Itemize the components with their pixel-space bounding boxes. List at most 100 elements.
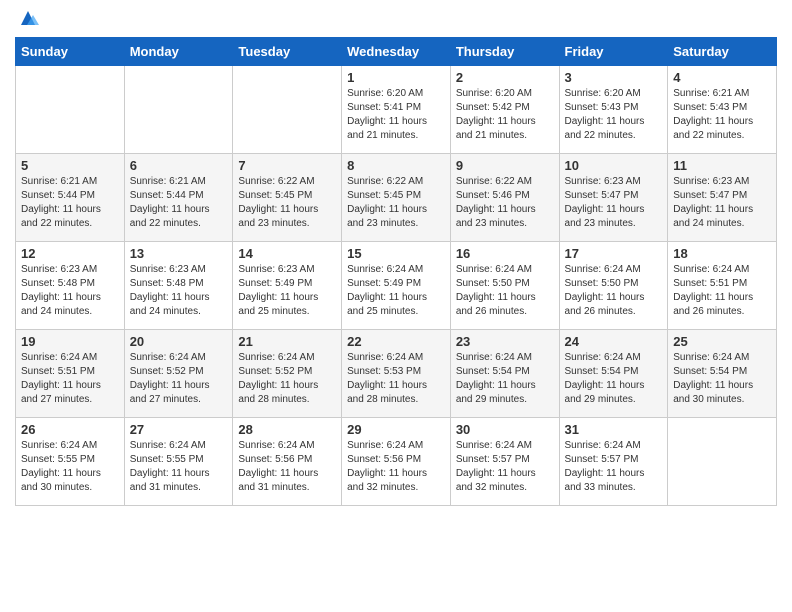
day-number: 14: [238, 246, 336, 261]
day-info: Sunrise: 6:24 AMSunset: 5:57 PMDaylight:…: [456, 439, 554, 495]
calendar-cell: [124, 66, 233, 154]
day-info: Sunrise: 6:24 AMSunset: 5:52 PMDaylight:…: [130, 351, 228, 407]
calendar-cell: 20 Sunrise: 6:24 AMSunset: 5:52 PMDayligh…: [124, 330, 233, 418]
day-info: Sunrise: 6:24 AMSunset: 5:49 PMDaylight:…: [347, 263, 445, 319]
calendar-cell: 22Sunrise: 6:24 AMSunset: 5:53 PMDayligh…: [342, 330, 451, 418]
day-info: Sunrise: 6:24 AMSunset: 5:55 PMDaylight:…: [130, 439, 228, 495]
day-number: 3: [565, 70, 663, 85]
day-header-tuesday: Tuesday: [233, 38, 342, 66]
day-number: 15: [347, 246, 445, 261]
day-number: 8: [347, 158, 445, 173]
calendar-cell: 3Sunrise: 6:20 AMSunset: 5:43 PMDaylight…: [559, 66, 668, 154]
calendar-cell: 2 Sunrise: 6:20 AMSunset: 5:42 PMDaylight…: [450, 66, 559, 154]
day-number: 19: [21, 334, 119, 349]
calendar-cell: [16, 66, 125, 154]
calendar-cell: 23 Sunrise: 6:24 AMSunset: 5:54 PMDayligh…: [450, 330, 559, 418]
calendar-cell: 24 Sunrise: 6:24 AMSunset: 5:54 PMDayligh…: [559, 330, 668, 418]
day-header-wednesday: Wednesday: [342, 38, 451, 66]
day-number: 5: [21, 158, 119, 173]
day-header-friday: Friday: [559, 38, 668, 66]
day-info: Sunrise: 6:24 AMSunset: 5:51 PMDaylight:…: [21, 351, 119, 407]
day-info: Sunrise: 6:23 AMSunset: 5:49 PMDaylight:…: [238, 263, 336, 319]
day-header-saturday: Saturday: [668, 38, 777, 66]
calendar-cell: 16 Sunrise: 6:24 AMSunset: 5:50 PMDayligh…: [450, 242, 559, 330]
calendar-cell: 15 Sunrise: 6:24 AMSunset: 5:49 PMDayligh…: [342, 242, 451, 330]
day-info: Sunrise: 6:22 AMSunset: 5:45 PMDaylight:…: [347, 175, 445, 231]
day-info: Sunrise: 6:24 AMSunset: 5:56 PMDaylight:…: [238, 439, 336, 495]
calendar-cell: 28 Sunrise: 6:24 AMSunset: 5:56 PMDayligh…: [233, 418, 342, 506]
calendar-cell: 29 Sunrise: 6:24 AMSunset: 5:56 PMDayligh…: [342, 418, 451, 506]
day-number: 21: [238, 334, 336, 349]
day-info: Sunrise: 6:24 AMSunset: 5:50 PMDaylight:…: [565, 263, 663, 319]
day-number: 30: [456, 422, 554, 437]
day-header-monday: Monday: [124, 38, 233, 66]
day-number: 31: [565, 422, 663, 437]
day-number: 1: [347, 70, 445, 85]
day-info: Sunrise: 6:23 AMSunset: 5:47 PMDaylight:…: [673, 175, 771, 231]
day-info: Sunrise: 6:23 AMSunset: 5:48 PMDaylight:…: [21, 263, 119, 319]
calendar-cell: 12Sunrise: 6:23 AMSunset: 5:48 PMDayligh…: [16, 242, 125, 330]
calendar-cell: 7 Sunrise: 6:22 AMSunset: 5:45 PMDaylight…: [233, 154, 342, 242]
calendar-cell: 14 Sunrise: 6:23 AMSunset: 5:49 PMDayligh…: [233, 242, 342, 330]
day-number: 4: [673, 70, 771, 85]
calendar-cell: 6Sunrise: 6:21 AMSunset: 5:44 PMDaylight…: [124, 154, 233, 242]
day-info: Sunrise: 6:21 AMSunset: 5:43 PMDaylight:…: [673, 87, 771, 143]
day-info: Sunrise: 6:24 AMSunset: 5:51 PMDaylight:…: [673, 263, 771, 319]
calendar-cell: 5 Sunrise: 6:21 AMSunset: 5:44 PMDaylight…: [16, 154, 125, 242]
day-info: Sunrise: 6:24 AMSunset: 5:55 PMDaylight:…: [21, 439, 119, 495]
day-number: 26: [21, 422, 119, 437]
day-header-sunday: Sunday: [16, 38, 125, 66]
day-info: Sunrise: 6:22 AMSunset: 5:45 PMDaylight:…: [238, 175, 336, 231]
calendar-cell: 19 Sunrise: 6:24 AMSunset: 5:51 PMDayligh…: [16, 330, 125, 418]
calendar-cell: 17 Sunrise: 6:24 AMSunset: 5:50 PMDayligh…: [559, 242, 668, 330]
day-number: 7: [238, 158, 336, 173]
day-number: 24: [565, 334, 663, 349]
calendar-cell: 30 Sunrise: 6:24 AMSunset: 5:57 PMDayligh…: [450, 418, 559, 506]
calendar-cell: 25Sunrise: 6:24 AMSunset: 5:54 PMDayligh…: [668, 330, 777, 418]
day-info: Sunrise: 6:23 AMSunset: 5:48 PMDaylight:…: [130, 263, 228, 319]
day-info: Sunrise: 6:24 AMSunset: 5:57 PMDaylight:…: [565, 439, 663, 495]
day-number: 16: [456, 246, 554, 261]
day-number: 2: [456, 70, 554, 85]
day-info: Sunrise: 6:22 AMSunset: 5:46 PMDaylight:…: [456, 175, 554, 231]
calendar-cell: 27 Sunrise: 6:24 AMSunset: 5:55 PMDayligh…: [124, 418, 233, 506]
calendar-cell: 11 Sunrise: 6:23 AMSunset: 5:47 PMDayligh…: [668, 154, 777, 242]
calendar-cell: [668, 418, 777, 506]
day-number: 11: [673, 158, 771, 173]
calendar-cell: 21 Sunrise: 6:24 AMSunset: 5:52 PMDayligh…: [233, 330, 342, 418]
calendar-cell: 10 Sunrise: 6:23 AMSunset: 5:47 PMDayligh…: [559, 154, 668, 242]
day-info: Sunrise: 6:24 AMSunset: 5:50 PMDaylight:…: [456, 263, 554, 319]
logo-icon: [17, 7, 39, 29]
day-number: 17: [565, 246, 663, 261]
calendar-cell: 4 Sunrise: 6:21 AMSunset: 5:43 PMDaylight…: [668, 66, 777, 154]
day-number: 28: [238, 422, 336, 437]
calendar-cell: 26 Sunrise: 6:24 AMSunset: 5:55 PMDayligh…: [16, 418, 125, 506]
day-info: Sunrise: 6:20 AMSunset: 5:41 PMDaylight:…: [347, 87, 445, 143]
day-number: 29: [347, 422, 445, 437]
day-info: Sunrise: 6:21 AMSunset: 5:44 PMDaylight:…: [21, 175, 119, 231]
day-number: 23: [456, 334, 554, 349]
day-number: 25: [673, 334, 771, 349]
day-number: 27: [130, 422, 228, 437]
day-number: 10: [565, 158, 663, 173]
day-info: Sunrise: 6:21 AMSunset: 5:44 PMDaylight:…: [130, 175, 228, 231]
calendar-cell: 8 Sunrise: 6:22 AMSunset: 5:45 PMDaylight…: [342, 154, 451, 242]
day-number: 18: [673, 246, 771, 261]
day-number: 22: [347, 334, 445, 349]
day-info: Sunrise: 6:20 AMSunset: 5:42 PMDaylight:…: [456, 87, 554, 143]
day-info: Sunrise: 6:24 AMSunset: 5:54 PMDaylight:…: [456, 351, 554, 407]
day-info: Sunrise: 6:23 AMSunset: 5:47 PMDaylight:…: [565, 175, 663, 231]
calendar-cell: 31 Sunrise: 6:24 AMSunset: 5:57 PMDayligh…: [559, 418, 668, 506]
day-info: Sunrise: 6:24 AMSunset: 5:52 PMDaylight:…: [238, 351, 336, 407]
day-number: 9: [456, 158, 554, 173]
calendar-cell: [233, 66, 342, 154]
calendar-cell: 13 Sunrise: 6:23 AMSunset: 5:48 PMDayligh…: [124, 242, 233, 330]
day-number: 20: [130, 334, 228, 349]
day-number: 13: [130, 246, 228, 261]
day-info: Sunrise: 6:24 AMSunset: 5:54 PMDaylight:…: [565, 351, 663, 407]
page: SundayMondayTuesdayWednesdayThursdayFrid…: [0, 0, 792, 612]
header: [15, 10, 777, 29]
calendar-table: SundayMondayTuesdayWednesdayThursdayFrid…: [15, 37, 777, 506]
day-info: Sunrise: 6:24 AMSunset: 5:56 PMDaylight:…: [347, 439, 445, 495]
logo: [15, 15, 39, 29]
